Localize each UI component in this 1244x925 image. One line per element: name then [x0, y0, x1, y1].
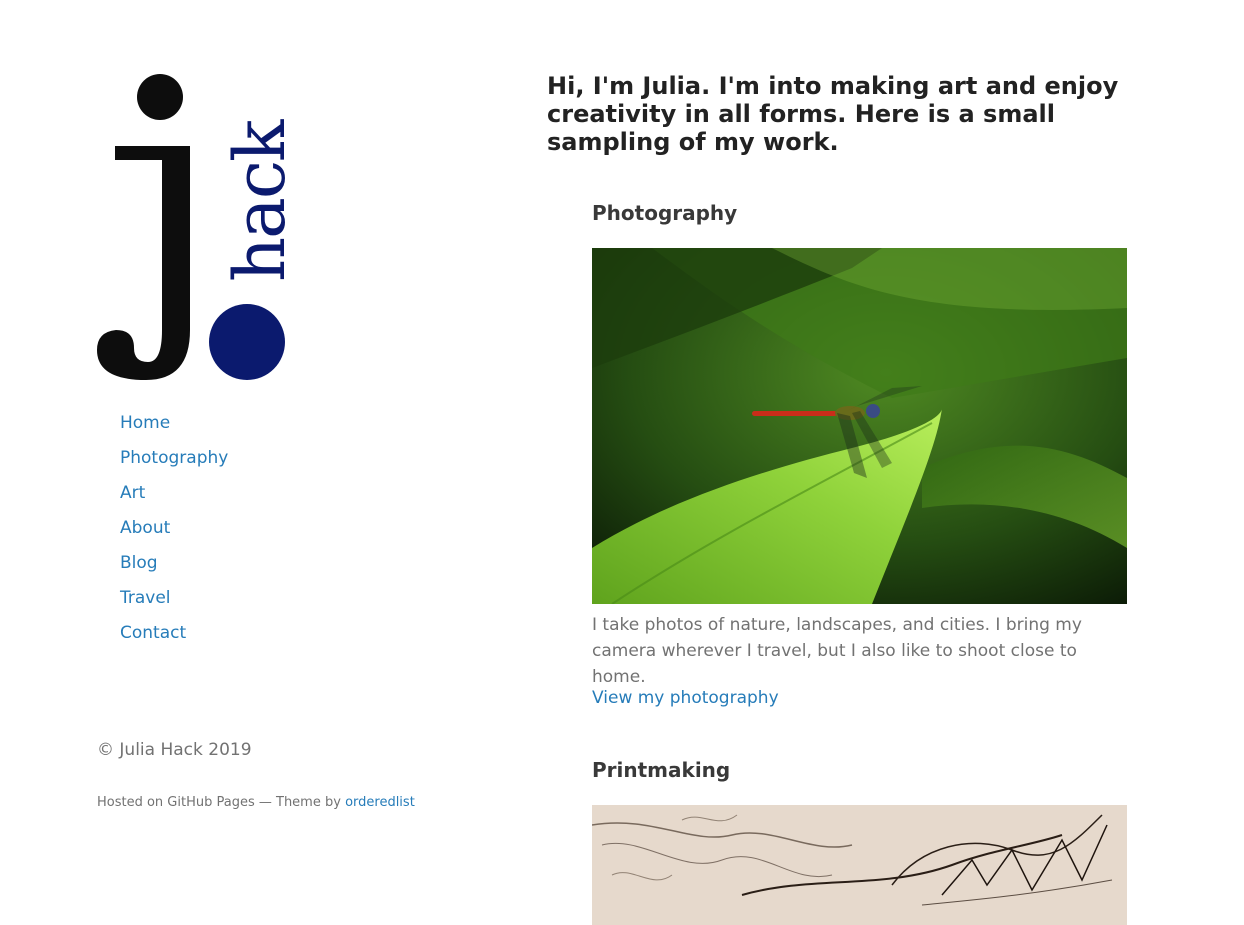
site-logo[interactable]: hack — [96, 70, 288, 382]
nav-item-contact: Contact — [120, 621, 228, 656]
nav-item-art: Art — [120, 481, 228, 516]
copyright: © Julia Hack 2019 — [97, 740, 252, 760]
logo-hack-text: hack — [219, 119, 288, 282]
intro-heading: Hi, I'm Julia. I'm into making art and e… — [547, 72, 1119, 156]
nav-link-photography[interactable]: Photography — [120, 448, 228, 468]
main-nav: Home Photography Art About Blog Travel C… — [120, 411, 228, 656]
theme-link[interactable]: orderedlist — [345, 795, 415, 810]
photography-section: Photography I take photos of nature, lan… — [592, 200, 1132, 708]
hosted-text: Hosted on GitHub Pages — Theme by — [97, 795, 346, 810]
nav-item-blog: Blog — [120, 551, 228, 586]
printmaking-title: Printmaking — [592, 758, 731, 782]
logo-j-stem — [97, 146, 190, 380]
logo-blue-dot — [209, 304, 285, 380]
nav-item-home: Home — [120, 411, 228, 446]
logo-j-dot — [137, 74, 183, 120]
photography-description: I take photos of nature, landscapes, and… — [592, 615, 1082, 687]
nav-link-home[interactable]: Home — [120, 413, 170, 433]
nav-link-about[interactable]: About — [120, 518, 170, 538]
nav-link-blog[interactable]: Blog — [120, 553, 158, 573]
printmaking-section: Printmaking — [592, 757, 1132, 925]
photography-title: Photography — [592, 201, 738, 225]
view-photography-link[interactable]: View my photography — [592, 688, 779, 708]
nav-link-travel[interactable]: Travel — [120, 588, 171, 608]
nav-link-art[interactable]: Art — [120, 483, 145, 503]
nav-link-contact[interactable]: Contact — [120, 623, 186, 643]
sidebar: hack Home Photography Art About Blog Tra… — [0, 0, 500, 899]
nav-item-photography: Photography — [120, 446, 228, 481]
hosted-note: Hosted on GitHub Pages — Theme by ordere… — [97, 795, 415, 810]
nav-item-about: About — [120, 516, 228, 551]
photography-image[interactable] — [592, 248, 1127, 604]
nav-item-travel: Travel — [120, 586, 228, 621]
printmaking-image[interactable] — [592, 805, 1127, 925]
